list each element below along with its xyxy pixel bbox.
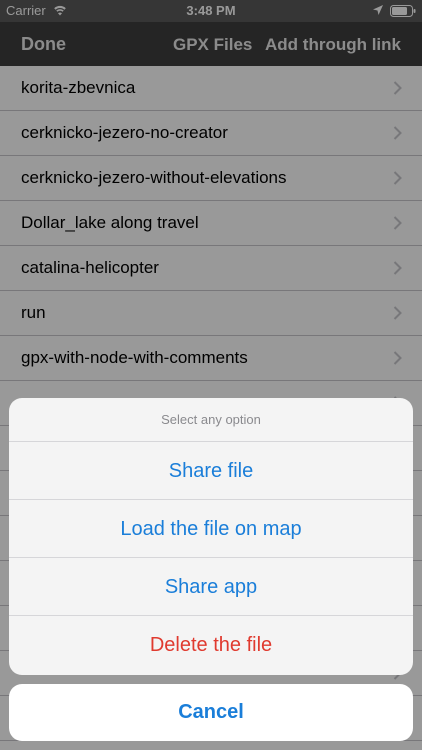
action-sheet-title: Select any option bbox=[9, 398, 413, 442]
delete-file-button[interactable]: Delete the file bbox=[9, 616, 413, 674]
load-file-on-map-button[interactable]: Load the file on map bbox=[9, 500, 413, 558]
share-file-button[interactable]: Share file bbox=[9, 442, 413, 500]
share-app-button[interactable]: Share app bbox=[9, 558, 413, 616]
cancel-button[interactable]: Cancel bbox=[9, 684, 413, 741]
screen: Carrier 3:48 PM Done GPX Files Add throu… bbox=[0, 0, 422, 750]
action-sheet: Select any option Share file Load the fi… bbox=[9, 398, 413, 675]
